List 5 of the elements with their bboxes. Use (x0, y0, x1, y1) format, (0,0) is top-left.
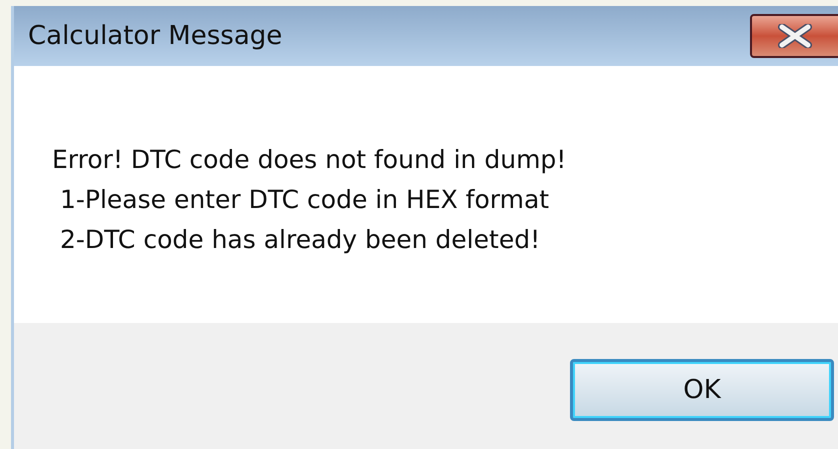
error-message: Error! DTC code does not found in dump! 1-Please enter DTC code in HEX format 2-DTC code has already been deleted! (52, 144, 568, 256)
window-title: Calculator Message (27, 20, 282, 52)
ok-button[interactable]: OK (570, 359, 834, 421)
close-button[interactable] (750, 14, 838, 58)
close-icon (778, 24, 812, 48)
